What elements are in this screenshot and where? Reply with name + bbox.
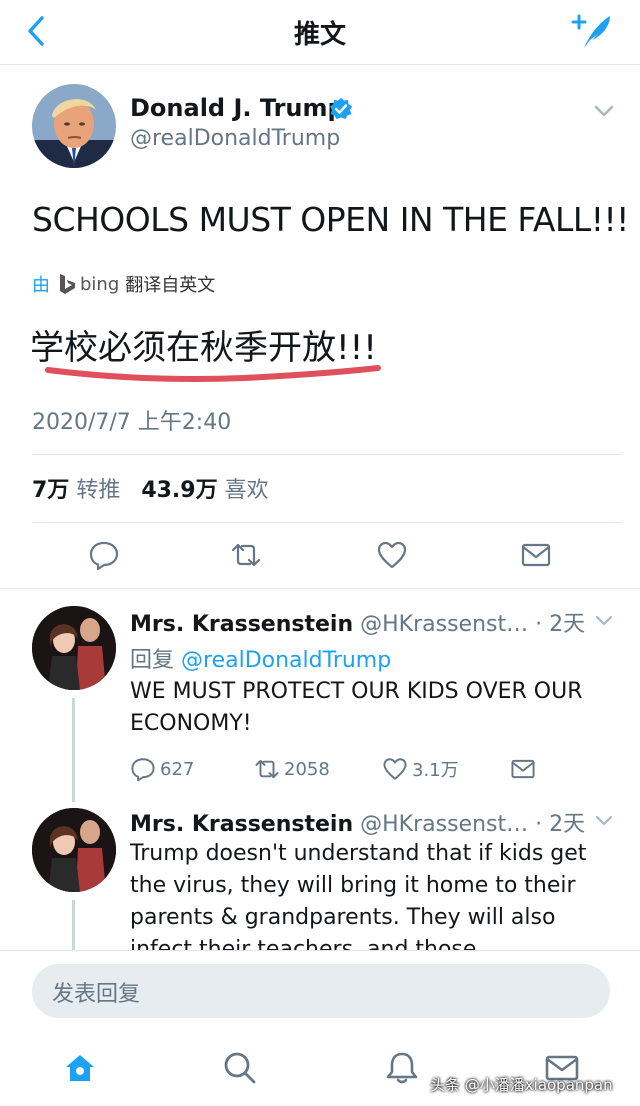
reply-text: Trump doesn't understand that if kids ge… (130, 841, 587, 950)
author-avatar[interactable] (32, 84, 116, 168)
chevron-down-icon (595, 615, 613, 626)
reply-options-button[interactable] (594, 814, 614, 828)
reply-author-handle[interactable]: @HKrassenst… (360, 612, 528, 637)
tab-notifications[interactable] (384, 1050, 420, 1086)
reply-avatar[interactable] (32, 606, 116, 690)
bing-label: bing (80, 273, 120, 295)
reply-to-prefix: 回复 (130, 648, 175, 673)
reply-reply-button[interactable]: 627 (130, 756, 194, 782)
tweet-timestamp: 2020/7/7 上午2:40 (32, 410, 232, 435)
tab-home[interactable] (62, 1050, 98, 1086)
reply-count: 627 (160, 758, 195, 780)
chevron-left-icon (28, 16, 44, 46)
envelope-icon (511, 759, 535, 779)
like-count: 3.1万 (412, 760, 459, 781)
reply-author-handle[interactable]: @HKrassenst… (360, 812, 528, 837)
translation-attribution: 由 bing 翻译自英文 (32, 270, 215, 298)
translate-suffix: 翻译自英文 (125, 275, 216, 296)
tweet-text: SCHOOLS MUST OPEN IN THE FALL!!! (32, 200, 629, 239)
envelope-icon (521, 543, 551, 567)
retweet-icon (255, 759, 279, 779)
reply-author-name[interactable]: Mrs. Krassenstein (130, 612, 353, 637)
reply-input-placeholder[interactable]: 发表回复 (52, 976, 140, 1008)
reply-header: Mrs. Krassenstein @HKrassenst… · 2天 (130, 606, 585, 638)
retweet-button[interactable] (230, 539, 262, 571)
watermark: 头条 @小潘潘xiaopanpan (430, 1076, 613, 1094)
couple-avatar (32, 606, 116, 690)
reply-icon (89, 541, 119, 571)
heart-icon (377, 541, 407, 569)
like-label: 喜欢 (224, 478, 269, 503)
home-icon (66, 1055, 94, 1081)
bing-icon (60, 274, 75, 294)
reply-icon (131, 758, 155, 782)
reply-text: WE MUST PROTECT OUR KIDS OVER OUR ECONOM… (130, 679, 583, 736)
tweet-stats[interactable]: 7万 转推 43.9万 喜欢 (32, 472, 269, 504)
reply-retweet-button[interactable]: 2058 (254, 756, 330, 782)
verified-badge-icon (329, 97, 353, 121)
reply-share-button[interactable] (510, 756, 540, 782)
author-handle[interactable]: @realDonaldTrump (130, 126, 340, 151)
reply-time: · 2天 (535, 612, 586, 637)
reply-to-mention[interactable]: @realDonaldTrump (181, 648, 391, 673)
share-button[interactable] (520, 539, 552, 571)
portrait-avatar (32, 84, 116, 168)
divider (32, 522, 622, 523)
retweet-icon (231, 543, 261, 567)
page-title: 推文 (293, 20, 346, 50)
reply-time: · 2天 (535, 812, 586, 837)
red-underline-annotation (44, 362, 384, 386)
feather-compose-icon (571, 14, 610, 48)
thread-connector (72, 900, 75, 950)
tweet-options-button[interactable] (592, 102, 616, 120)
reply-avatar[interactable] (32, 808, 116, 892)
divider (32, 454, 622, 455)
reply-button[interactable] (88, 539, 120, 571)
section-divider (0, 588, 640, 589)
bell-icon (386, 1052, 418, 1084)
like-count: 43.9万 (141, 478, 218, 503)
couple-avatar (32, 808, 116, 892)
thread-connector (72, 698, 75, 802)
reply-options-button[interactable] (594, 614, 614, 628)
reply-to-line: 回复 @realDonaldTrump (130, 642, 391, 674)
chevron-down-icon (595, 815, 613, 826)
translate-prefix: 由 (32, 275, 50, 296)
retweet-count: 7万 (32, 478, 70, 503)
heart-icon (383, 758, 407, 780)
retweet-label: 转推 (76, 478, 121, 503)
chevron-down-icon (594, 105, 614, 117)
search-icon (224, 1052, 256, 1084)
reply-like-button[interactable]: 3.1万 (382, 756, 459, 782)
retweet-count: 2058 (284, 758, 330, 780)
like-button[interactable] (376, 539, 408, 571)
author-name[interactable]: Donald J. Trump (130, 94, 345, 122)
reply-header: Mrs. Krassenstein @HKrassenst… · 2天 (130, 806, 585, 838)
compose-tweet-button[interactable] (570, 12, 614, 52)
back-button[interactable] (22, 14, 52, 48)
reply-author-name[interactable]: Mrs. Krassenstein (130, 812, 353, 837)
tab-search[interactable] (222, 1050, 258, 1086)
